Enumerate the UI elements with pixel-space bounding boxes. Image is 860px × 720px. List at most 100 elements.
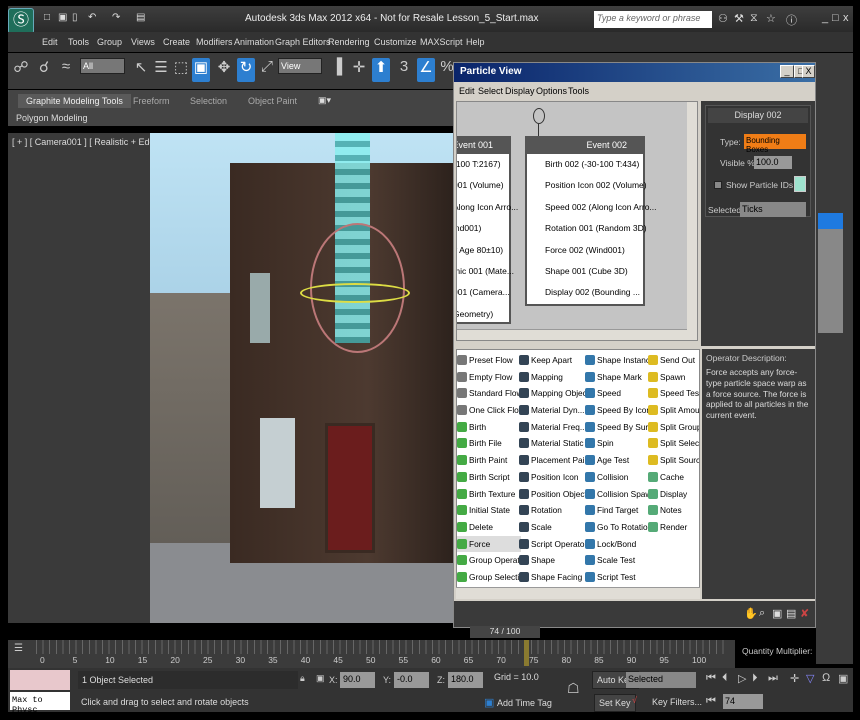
menu-create[interactable]: Create: [163, 37, 190, 47]
zoom-extents-all-icon[interactable]: ✛: [790, 672, 799, 685]
time-slider[interactable]: 74 / 100: [470, 626, 540, 638]
horizontal-scrollbar[interactable]: [457, 329, 687, 340]
depot-item[interactable]: Speed Test: [648, 385, 699, 402]
depot-item[interactable]: Rotation: [519, 502, 583, 519]
event-operator[interactable]: y Age 80±10): [457, 240, 509, 261]
event-operator[interactable]: Shape 001 (Cube 3D): [527, 261, 643, 282]
menu-maxscript[interactable]: MAXScript: [420, 37, 463, 47]
search-input[interactable]: Type a keyword or phrase: [594, 11, 712, 28]
pan-hand-icon[interactable]: ✋: [744, 607, 758, 621]
pv-menu-tools[interactable]: Tools: [568, 86, 589, 96]
select-object-icon[interactable]: ↖: [132, 58, 150, 82]
zoom-icon[interactable]: ⌕: [759, 607, 773, 621]
event-display[interactable]: Event 001 -100 T:2167) 001 (Volume) Along …: [456, 101, 698, 341]
depot-item[interactable]: Position Object: [519, 486, 587, 503]
vertical-scrollbar[interactable]: [687, 102, 697, 340]
absolute-mode-icon[interactable]: ▣: [316, 673, 325, 684]
maximize-icon[interactable]: □: [832, 12, 839, 24]
event-operator[interactable]: 001 (Camera...: [457, 282, 510, 303]
depot-item[interactable]: Scale Test: [585, 552, 649, 569]
depot-item[interactable]: Shape Mark: [585, 369, 649, 386]
set-keys-icon[interactable]: ☖: [567, 680, 580, 697]
depot-item[interactable]: Birth Script: [457, 469, 521, 486]
event-002[interactable]: Event 002 Birth 002 (-30-100 T:434) Posit…: [525, 136, 657, 306]
close-icon[interactable]: x: [843, 12, 849, 24]
depot-item[interactable]: Material Dyn...: [519, 402, 584, 419]
depot-item[interactable]: Birth: [457, 419, 521, 436]
depot-item[interactable]: Send Out: [648, 352, 699, 369]
menu-edit[interactable]: Edit: [42, 37, 58, 47]
event-operator[interactable]: Position Icon 002 (Volume): [527, 175, 647, 196]
depot-item[interactable]: Go To Rotation: [585, 519, 652, 536]
depot-item[interactable]: Collision Spawn: [585, 486, 656, 503]
curve-editor-icon[interactable]: ☰: [14, 643, 30, 663]
depot-item[interactable]: Keep Apart: [519, 352, 583, 369]
undo-icon[interactable]: ↶: [88, 12, 100, 24]
pivot-center-icon[interactable]: ▐: [328, 58, 346, 82]
maximize-viewport-icon[interactable]: ▣: [838, 672, 848, 685]
unlink-icon[interactable]: ☌: [35, 58, 53, 82]
camera-viewport[interactable]: [150, 133, 455, 623]
depot-item[interactable]: Spin: [585, 435, 649, 452]
set-key-button[interactable]: Set Key: [594, 694, 636, 712]
depot-item[interactable]: Collision: [585, 469, 649, 486]
depot-item[interactable]: Placement Paint: [519, 452, 591, 469]
menu-graph-editors[interactable]: Graph Editors: [275, 37, 331, 47]
menu-modifiers[interactable]: Modifiers: [196, 37, 233, 47]
depot-item[interactable]: Birth Paint: [457, 452, 521, 469]
depot-item[interactable]: Scale: [519, 519, 583, 536]
subscription-icon[interactable]: ⚒: [734, 12, 744, 25]
particle-view-titlebar[interactable]: Particle View: [454, 63, 815, 82]
event-operator[interactable]: Force 002 (Wind001): [527, 240, 643, 261]
zoom-region-icon[interactable]: ▣: [772, 607, 786, 621]
ribbon-tab-object-paint[interactable]: Object Paint: [240, 94, 305, 108]
depot-item[interactable]: Shape Instance: [585, 352, 655, 369]
event-001[interactable]: Event 001 -100 T:2167) 001 (Volume) Along …: [457, 136, 518, 324]
depot-item[interactable]: Material Freq...: [519, 419, 587, 436]
x-coordinate-input[interactable]: 90.0: [340, 672, 375, 688]
add-time-tag-button[interactable]: Add Time Tag: [497, 698, 552, 708]
show-particle-ids-checkbox[interactable]: [714, 181, 722, 189]
event-operator[interactable]: mic 001 (Mate...: [457, 261, 514, 282]
depot-item[interactable]: Mapping Object: [519, 385, 589, 402]
depot-item[interactable]: Age Test: [585, 452, 649, 469]
current-frame-input[interactable]: 74: [723, 694, 763, 709]
depot-item[interactable]: Standard Flow: [457, 385, 523, 402]
depot-item[interactable]: Split Source: [648, 452, 699, 469]
menu-rendering[interactable]: Rendering: [328, 37, 370, 47]
depot-item[interactable]: Find Target: [585, 502, 649, 519]
menu-customize[interactable]: Customize: [374, 37, 417, 47]
redo-icon[interactable]: ↷: [112, 12, 124, 24]
depot-item[interactable]: Speed By Sur...: [585, 419, 655, 436]
event-operator[interactable]: Birth 002 (-30-100 T:434): [527, 154, 643, 175]
minimize-button[interactable]: _: [780, 65, 794, 78]
app-logo-button[interactable]: Ⓢ: [8, 8, 34, 34]
depot-item[interactable]: Group Operator: [457, 552, 527, 569]
bind-space-warp-icon[interactable]: ≈: [57, 58, 75, 82]
rollout-title[interactable]: Display 002: [708, 108, 808, 123]
communication-icon[interactable]: ⧖: [750, 12, 758, 25]
depot-item[interactable]: Empty Flow: [457, 369, 521, 386]
modifier-stack-selected[interactable]: [818, 213, 843, 229]
event-operator[interactable]: ind001): [457, 218, 509, 239]
orbit-icon[interactable]: ▽: [806, 672, 814, 685]
angle-snap-icon[interactable]: ∠: [417, 58, 435, 82]
help-icon[interactable]: ⓘ: [786, 12, 797, 28]
depot-item[interactable]: Position Icon: [519, 469, 583, 486]
project-folder-icon[interactable]: ▤: [136, 12, 148, 24]
key-curve-icon[interactable]: √: [632, 695, 637, 705]
type-dropdown[interactable]: Bounding Boxes: [744, 134, 806, 154]
event-operator[interactable]: Display 002 (Bounding ...: [527, 282, 643, 303]
go-to-start-icon[interactable]: ⏮: [706, 672, 716, 685]
depot-item[interactable]: Force: [457, 535, 521, 553]
menu-animation[interactable]: Animation: [234, 37, 274, 47]
depot-item[interactable]: Delete: [457, 519, 521, 536]
rotate-gizmo-axis[interactable]: [300, 283, 410, 303]
menu-group[interactable]: Group: [97, 37, 122, 47]
depot-item[interactable]: Birth Texture: [457, 486, 521, 503]
depot-item[interactable]: Lock/Bond: [585, 536, 649, 553]
maxscript-listener-output[interactable]: [10, 670, 70, 690]
pv-menu-display[interactable]: Display: [505, 86, 535, 96]
y-coordinate-input[interactable]: -0.0: [394, 672, 429, 688]
ribbon-tab-graphite-modeling-tools[interactable]: Graphite Modeling Tools: [18, 94, 131, 108]
